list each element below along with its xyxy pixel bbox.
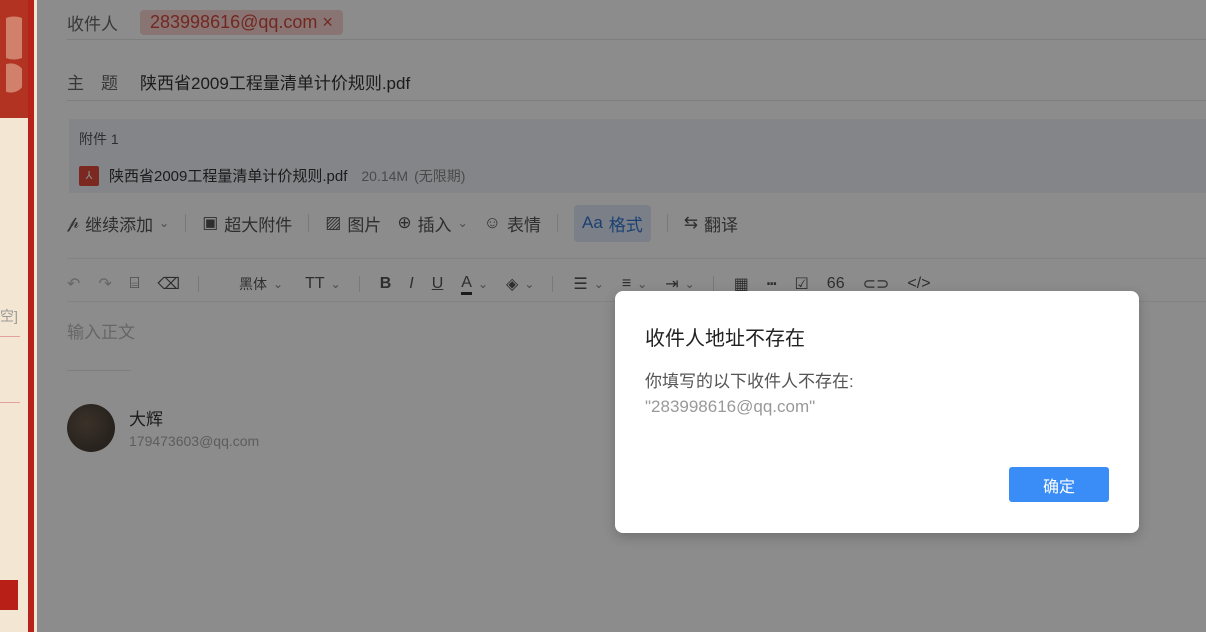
left-sidebar-strip: 空] — [0, 0, 37, 632]
dialog-address: "283998616@qq.com" — [645, 397, 816, 416]
left-border — [28, 0, 34, 632]
confirm-button[interactable]: 确定 — [1009, 467, 1109, 502]
divider — [0, 336, 20, 337]
dialog-title: 收件人地址不存在 — [645, 328, 805, 350]
decorative-banner — [0, 0, 30, 118]
dialog-message: 你填写的以下收件人不存在: — [645, 372, 854, 391]
recipient-error-dialog: 收件人地址不存在 你填写的以下收件人不存在: "283998616@qq.com… — [615, 291, 1139, 533]
divider — [0, 402, 20, 403]
partial-button[interactable] — [0, 580, 18, 610]
partial-label: 空] — [0, 308, 18, 324]
